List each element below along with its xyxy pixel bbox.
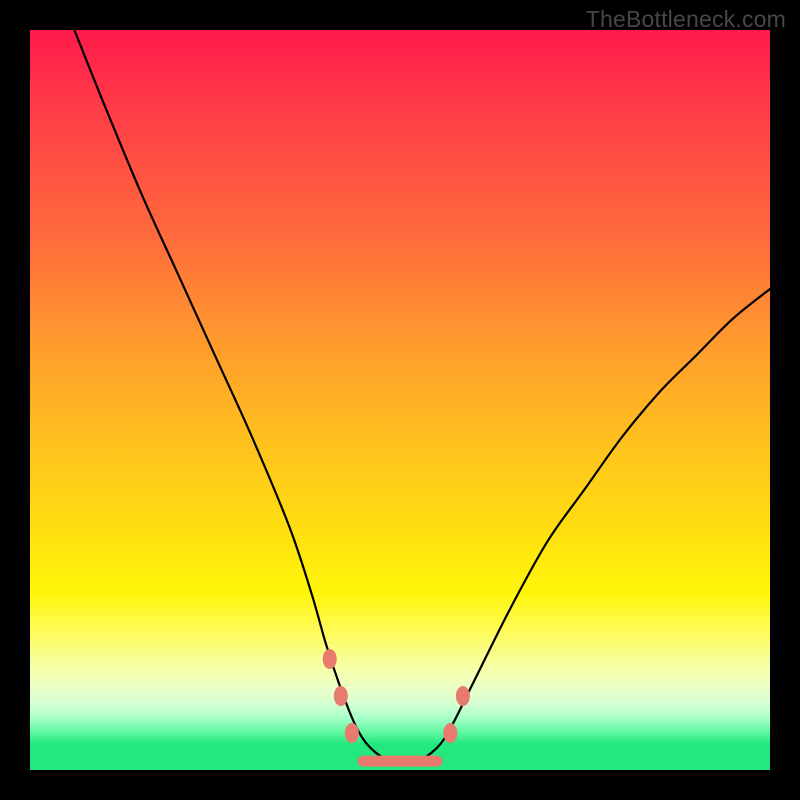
curve-marker: [345, 724, 358, 743]
plot-area: [30, 30, 770, 770]
curve-markers: [323, 650, 469, 743]
watermark-text: TheBottleneck.com: [586, 6, 786, 33]
curve-marker: [334, 687, 347, 706]
curve-svg: [30, 30, 770, 770]
curve-marker: [456, 687, 469, 706]
bottleneck-curve: [74, 30, 770, 764]
chart-frame: TheBottleneck.com: [0, 0, 800, 800]
curve-marker: [444, 724, 457, 743]
curve-marker: [323, 650, 336, 669]
